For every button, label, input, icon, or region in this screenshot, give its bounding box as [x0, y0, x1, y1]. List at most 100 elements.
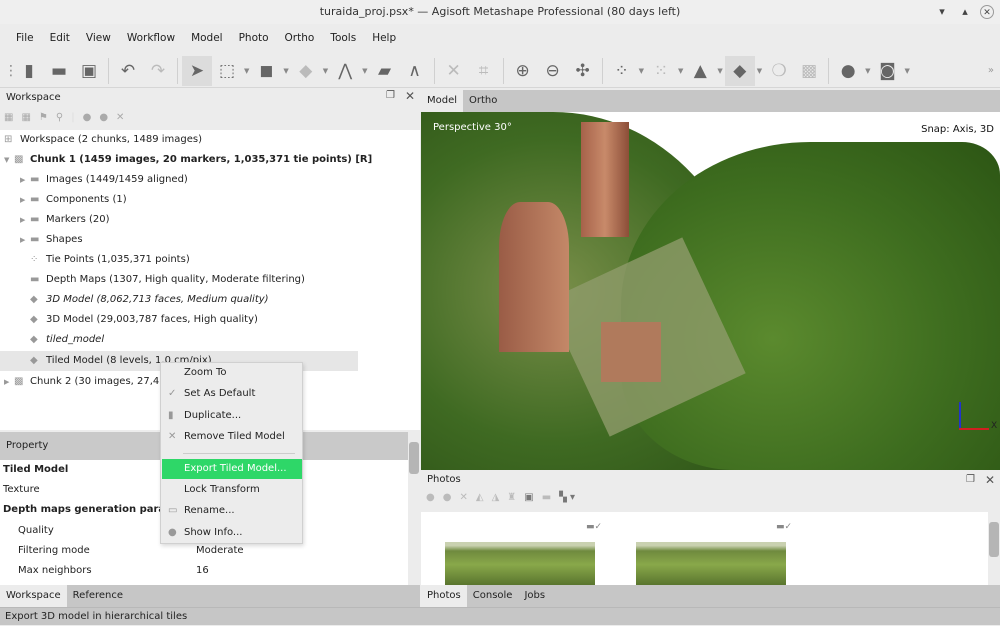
add-photos-icon[interactable]: ▦	[21, 112, 30, 123]
tab-reference[interactable]: Reference	[67, 585, 129, 607]
delete-selection-icon[interactable]: ✕	[439, 56, 469, 86]
view-mode-icon[interactable]: ▚ ▾	[559, 492, 575, 503]
menu-item-zoom-to[interactable]: Zoom To	[162, 363, 302, 383]
expand-arrow-icon[interactable]: ▼	[4, 150, 14, 170]
toolbar-grip-icon[interactable]: ⋮	[4, 63, 18, 79]
disable-icon[interactable]: ●	[99, 112, 108, 123]
float-panel-icon[interactable]: ❐	[966, 474, 975, 485]
depth-maps-icon: ▬	[30, 274, 40, 285]
photo-thumbnail[interactable]	[445, 542, 595, 585]
tree-item-chunk-2[interactable]: ▶ ▩ Chunk 2 (30 images, 27,42	[4, 372, 166, 392]
tree-item-shapes[interactable]: ▶ ▬ Shapes	[20, 230, 83, 250]
select-pointer-icon[interactable]: ➤	[182, 55, 212, 86]
maximize-icon[interactable]: ▴	[958, 5, 972, 19]
menu-item-set-as-default[interactable]: ✓ Set As Default	[162, 384, 302, 404]
tab-model[interactable]: Model	[421, 90, 464, 112]
reset-view-icon[interactable]: ✣	[568, 56, 598, 86]
expand-arrow-icon[interactable]: ▶	[4, 372, 14, 392]
tab-console[interactable]: Console	[467, 585, 519, 607]
menu-ortho[interactable]: Ortho	[277, 26, 323, 50]
navigation-tool-icon[interactable]: ◼	[251, 56, 281, 86]
tree-item-markers[interactable]: ▶ ▬ Markers (20)	[20, 210, 109, 230]
toolbar-overflow-icon[interactable]: »	[988, 65, 994, 76]
menu-photo[interactable]: Photo	[231, 26, 277, 50]
tree-item-model-high[interactable]: ◆ 3D Model (29,003,787 faces, High qualit…	[30, 310, 258, 330]
add-marker-icon[interactable]: ⚲	[56, 112, 63, 123]
depth-maps-icon[interactable]: ▲	[685, 56, 715, 86]
tree-item-workspace[interactable]: ⊞ Workspace (2 chunks, 1489 images)	[4, 130, 202, 150]
close-window-icon[interactable]: ✕	[980, 5, 994, 19]
tab-photos[interactable]: Photos	[421, 585, 467, 607]
expand-arrow-icon[interactable]: ▶	[20, 190, 30, 210]
tree-item-model-medium[interactable]: ◆ 3D Model (8,062,713 faces, Medium quali…	[30, 290, 269, 310]
rotate-right-icon[interactable]: ◮	[492, 492, 500, 503]
remove-icon[interactable]: ✕	[459, 492, 467, 503]
photo-thumbnail[interactable]	[636, 542, 786, 585]
tree-item-tiled-model-italic[interactable]: ◆ tiled_model	[30, 330, 104, 350]
tab-workspace[interactable]: Workspace	[0, 585, 67, 607]
crop-icon[interactable]: ⌗	[469, 56, 499, 86]
model-viewport[interactable]: Perspective 30° Snap: Axis, 3D X	[421, 112, 1000, 470]
menu-view[interactable]: View	[78, 26, 119, 50]
camera-icon[interactable]: ◙	[873, 56, 903, 86]
redo-icon[interactable]: ↷	[143, 56, 173, 86]
photos-scrollbar[interactable]	[988, 512, 1000, 585]
tree-item-depth-maps[interactable]: ▬ Depth Maps (1307, High quality, Moderat…	[30, 270, 305, 290]
tab-ortho[interactable]: Ortho	[463, 90, 503, 112]
menu-model[interactable]: Model	[183, 26, 231, 50]
open-folder-icon[interactable]: ▬	[44, 56, 74, 86]
dem-icon[interactable]: ❍	[764, 56, 794, 86]
menu-item-lock-transform[interactable]: Lock Transform	[162, 480, 302, 500]
zoom-out-icon[interactable]: ⊖	[538, 56, 568, 86]
property-scrollbar[interactable]	[408, 432, 420, 585]
tree-item-tie-points[interactable]: ⁘ Tie Points (1,035,371 points)	[30, 250, 190, 270]
tree-item-images[interactable]: ▶ ▬ Images (1449/1459 aligned)	[20, 170, 188, 190]
tie-points-icon[interactable]: ⁘	[607, 56, 637, 86]
photos-panel-header: Photos	[427, 474, 461, 485]
menu-separator	[183, 453, 295, 454]
region-tool-icon[interactable]: ◆	[291, 56, 321, 86]
undo-icon[interactable]: ↶	[113, 56, 143, 86]
new-document-icon[interactable]: ▮	[14, 56, 44, 86]
globe-icon[interactable]: ●	[833, 56, 863, 86]
menu-item-show-info[interactable]: ● Show Info...	[162, 523, 302, 543]
menu-workflow[interactable]: Workflow	[119, 26, 183, 50]
close-panel-icon[interactable]: ✕	[985, 473, 995, 487]
zoom-in-icon[interactable]: ⊕	[508, 56, 538, 86]
rectangle-selection-icon[interactable]: ⬚	[212, 56, 242, 86]
tab-jobs[interactable]: Jobs	[518, 585, 551, 607]
enable-icon[interactable]: ●	[83, 112, 92, 123]
filter-icon[interactable]: ♜	[507, 492, 516, 503]
draw-line-icon[interactable]: ∧	[400, 56, 430, 86]
ruler-icon[interactable]: ▰	[370, 56, 400, 86]
mask-icon[interactable]: ▣	[524, 492, 533, 503]
menu-edit[interactable]: Edit	[42, 26, 78, 50]
float-panel-icon[interactable]: ❐	[386, 90, 395, 101]
menu-help[interactable]: Help	[364, 26, 404, 50]
model-view-icon[interactable]: ◆	[724, 55, 755, 86]
menu-file[interactable]: File	[8, 26, 42, 50]
menu-item-rename[interactable]: ▭ Rename...	[162, 501, 302, 521]
disable-icon[interactable]: ●	[443, 492, 452, 503]
expand-arrow-icon[interactable]: ▶	[20, 230, 30, 250]
remove-icon[interactable]: ✕	[116, 112, 124, 123]
draw-polyline-icon[interactable]: ⋀	[330, 56, 360, 86]
minimize-icon[interactable]: ▾	[935, 5, 949, 19]
rotate-left-icon[interactable]: ◭	[476, 492, 484, 503]
point-cloud-icon[interactable]: ⁙	[646, 56, 676, 86]
expand-arrow-icon[interactable]: ▶	[20, 170, 30, 190]
expand-arrow-icon[interactable]: ▶	[20, 210, 30, 230]
save-icon[interactable]: ▣	[74, 56, 104, 86]
add-folder-icon[interactable]: ⚑	[39, 112, 48, 123]
menu-item-remove[interactable]: ✕ Remove Tiled Model	[162, 427, 302, 447]
tree-item-components[interactable]: ▶ ▬ Components (1)	[20, 190, 127, 210]
menu-item-duplicate[interactable]: ▮ Duplicate...	[162, 406, 302, 426]
menu-tools[interactable]: Tools	[322, 26, 364, 50]
orthomosaic-icon[interactable]: ▩	[794, 56, 824, 86]
close-panel-icon[interactable]: ✕	[405, 89, 415, 103]
image-icon[interactable]: ▬	[542, 492, 551, 503]
menu-item-export-tiled-model[interactable]: Export Tiled Model...	[162, 459, 302, 479]
enable-icon[interactable]: ●	[426, 492, 435, 503]
tree-item-chunk-1[interactable]: ▼ ▩ Chunk 1 (1459 images, 20 markers, 1,03…	[4, 150, 372, 170]
add-chunk-icon[interactable]: ▦	[4, 112, 13, 123]
